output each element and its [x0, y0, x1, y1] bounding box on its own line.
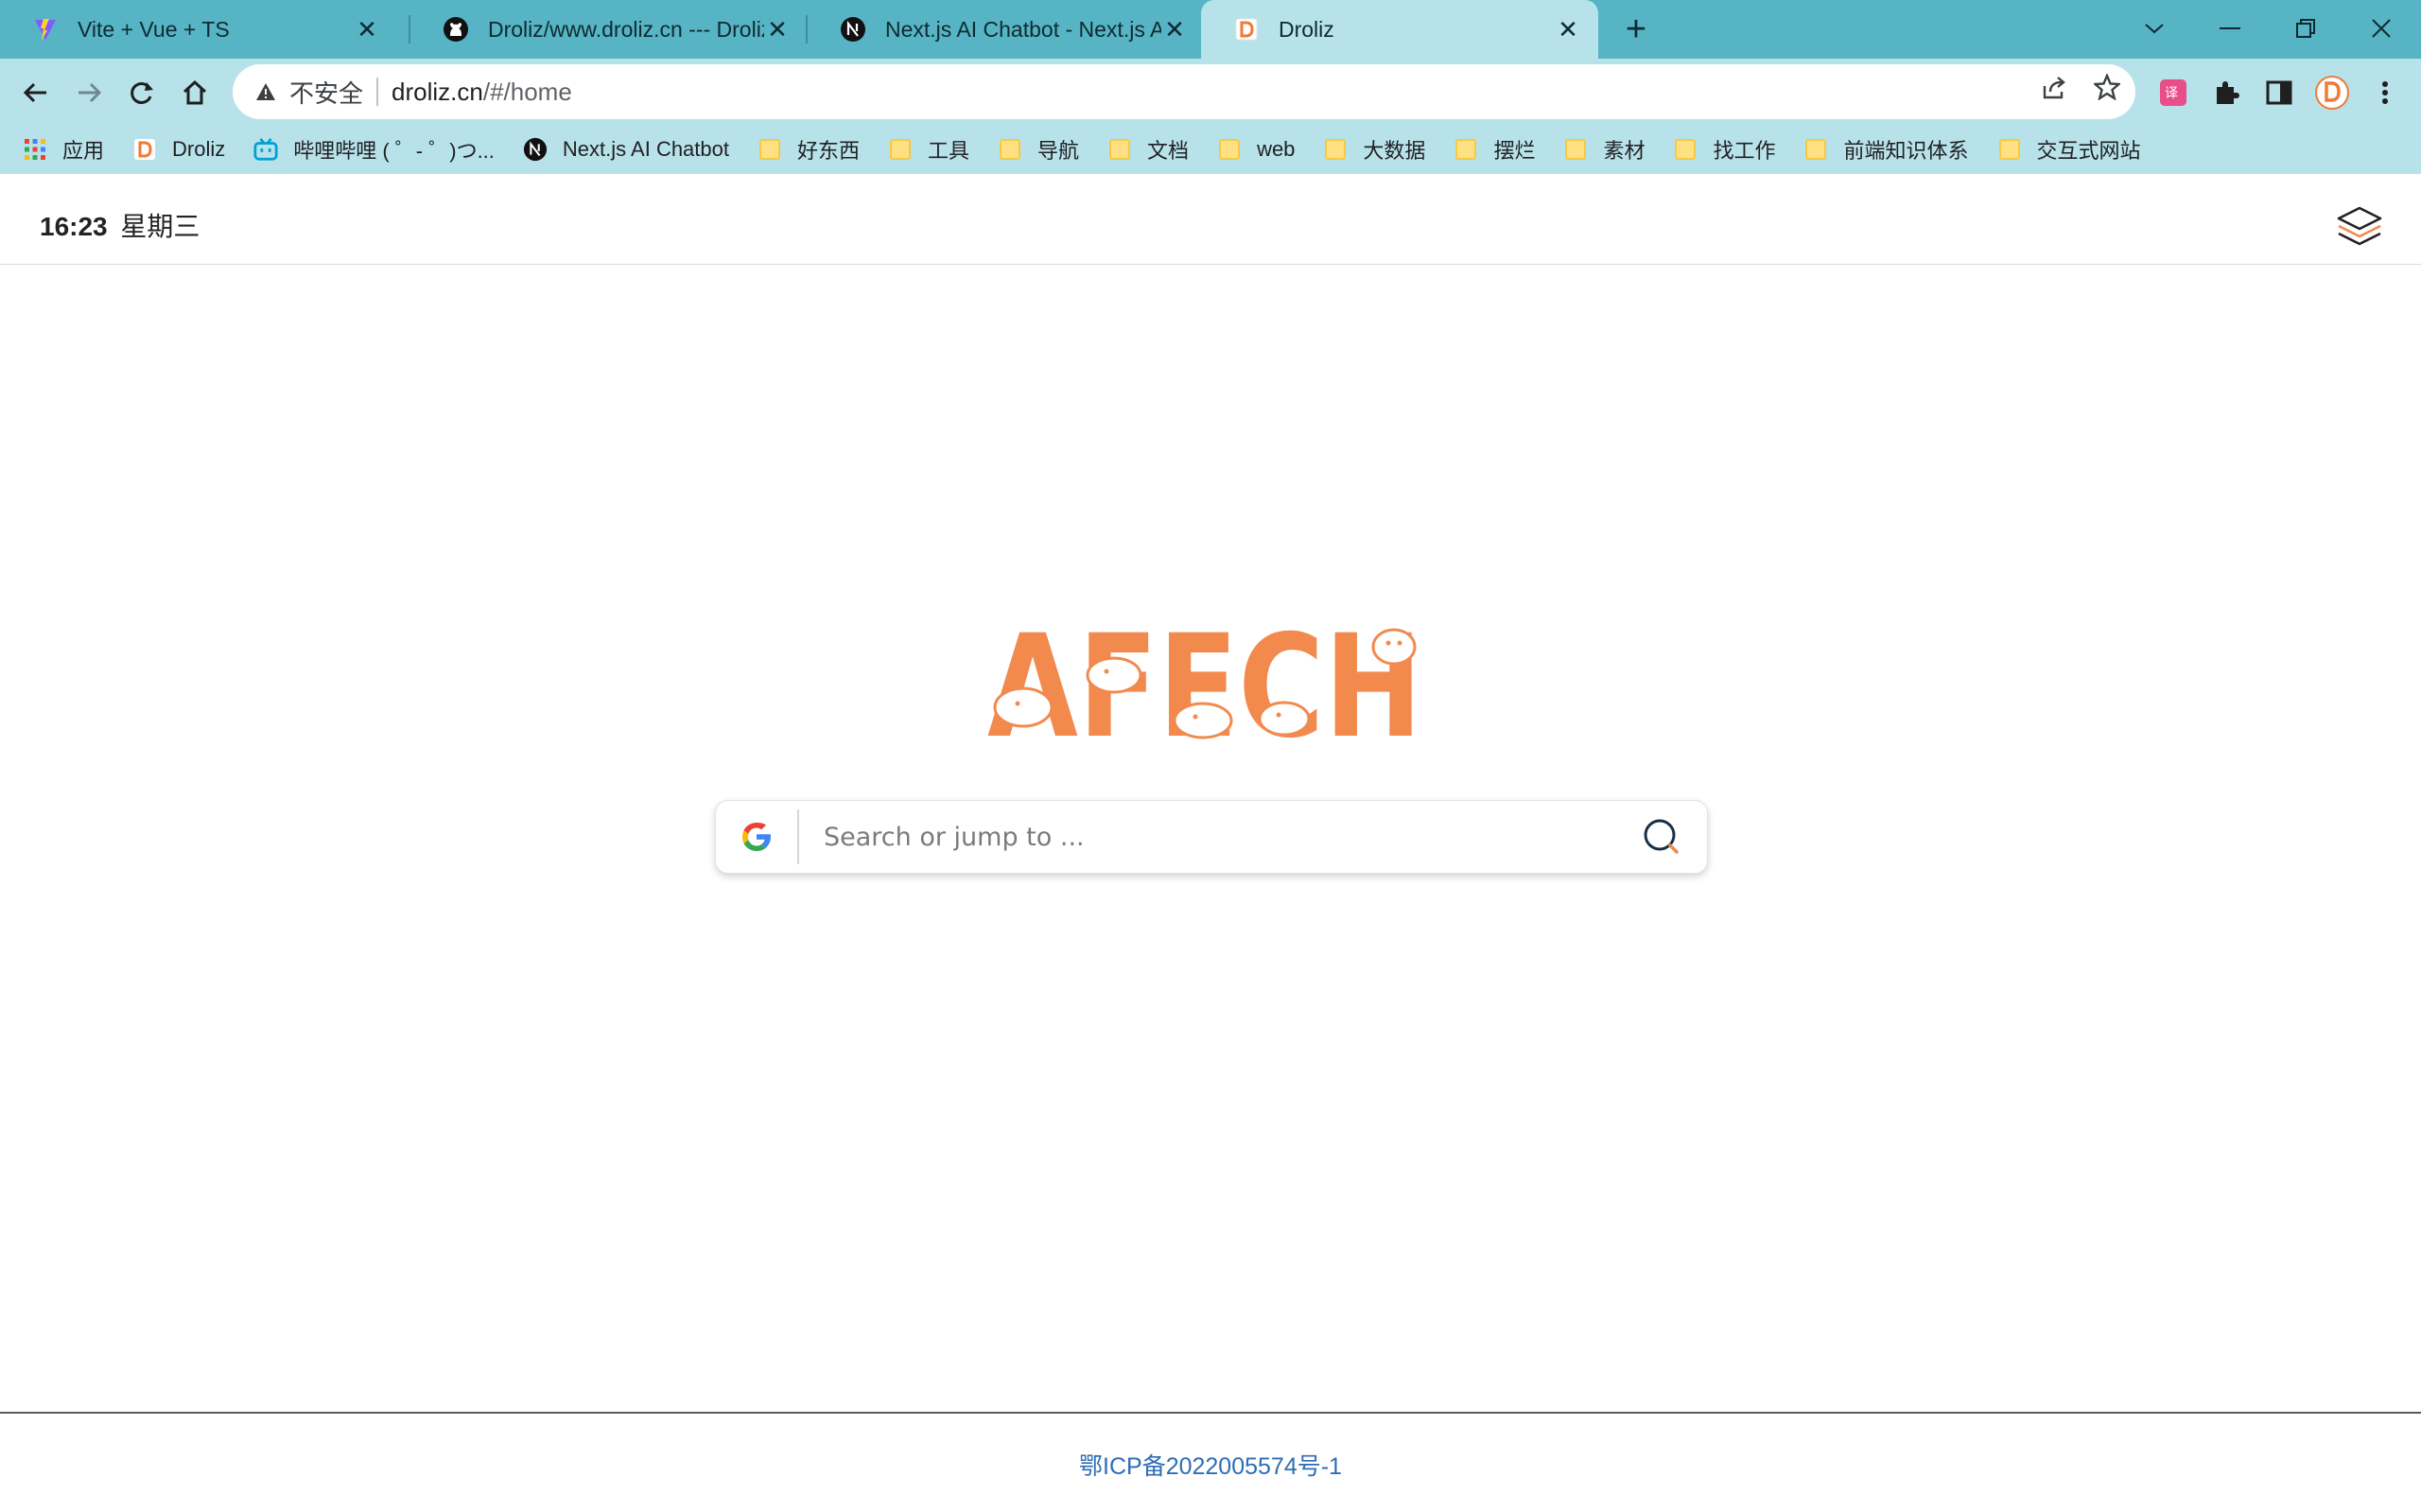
url-host: droliz.cn	[392, 77, 483, 106]
bookmark-star-icon[interactable]	[2088, 68, 2126, 106]
clock-weekday: 星期三	[120, 212, 200, 241]
bookmark-label: 导航	[1037, 139, 1080, 163]
search-input[interactable]	[799, 808, 1616, 865]
droliz-icon	[1233, 16, 1260, 43]
bookmark-label: 好东西	[797, 139, 861, 163]
folder-icon	[1803, 137, 1828, 162]
folder-icon	[1563, 137, 1588, 162]
bookmark-folder[interactable]: 大数据	[1323, 134, 1425, 165]
restore-icon[interactable]	[2283, 8, 2328, 49]
layers-icon[interactable]	[2334, 202, 2385, 253]
new-tab-button[interactable]: +	[1617, 11, 1655, 49]
bookmark-label: 前端知识体系	[1843, 139, 1969, 163]
page-footer: 鄂ICP备2022005574号-1	[0, 1412, 2421, 1512]
tab-title: Droliz/www.droliz.cn --- Droliz	[488, 16, 764, 42]
side-panel-icon[interactable]	[2258, 72, 2300, 113]
folder-icon	[1323, 137, 1348, 162]
site-logo: AFECH	[984, 605, 1428, 770]
google-icon[interactable]	[716, 800, 797, 874]
bookmark-label: Droliz	[172, 137, 226, 161]
clock: 16:23 星期三	[40, 206, 200, 244]
folder-icon	[1107, 137, 1132, 162]
bookmark-label: 摆烂	[1493, 139, 1536, 163]
security-label[interactable]: 不安全	[289, 75, 363, 110]
bookmark-folder[interactable]: 前端知识体系	[1803, 134, 1969, 165]
profile-avatar[interactable]	[2311, 72, 2353, 113]
apps-grid-icon	[23, 137, 47, 162]
home-icon[interactable]	[174, 72, 216, 113]
bookmark-apps[interactable]: 应用	[23, 134, 104, 165]
bookmark-label: 交互式网站	[2036, 139, 2141, 163]
minimize-icon[interactable]	[2207, 8, 2253, 49]
svg-text:译: 译	[2165, 86, 2178, 101]
tab-title: Vite + Vue + TS	[78, 16, 230, 42]
folder-icon	[1673, 137, 1698, 162]
bookmark-folder[interactable]: web	[1217, 137, 1295, 162]
reload-icon[interactable]	[121, 72, 163, 113]
bookmark-folder[interactable]: 摆烂	[1454, 134, 1535, 165]
share-icon[interactable]	[2035, 68, 2073, 106]
browser-toolbar: 不安全 droliz.cn /#/home 译	[0, 59, 2421, 125]
close-icon[interactable]: ✕	[354, 16, 380, 43]
folder-icon	[1454, 137, 1478, 162]
nextjs-icon	[840, 16, 866, 43]
bookmark-label: web	[1257, 137, 1296, 161]
search-bar	[715, 800, 1708, 874]
search-icon[interactable]	[1616, 800, 1707, 874]
tab-title: Droliz	[1279, 16, 1334, 42]
bookmark-folder[interactable]: 文档	[1107, 134, 1189, 165]
folder-icon	[758, 137, 782, 162]
droliz-icon	[132, 137, 157, 162]
back-icon[interactable]	[15, 72, 57, 113]
close-icon[interactable]: ✕	[1555, 16, 1581, 43]
bookmark-label: 哔哩哔哩 ( ゜- ゜)つ...	[293, 139, 495, 163]
bookmark-label: 找工作	[1713, 139, 1776, 163]
bookmark-folder[interactable]: 找工作	[1673, 134, 1775, 165]
forward-icon[interactable]	[68, 72, 110, 113]
bookmark-folder[interactable]: 导航	[998, 134, 1079, 165]
tab-github[interactable]: Droliz/www.droliz.cn --- Droliz ✕	[410, 0, 808, 59]
bookmark-folder[interactable]: 工具	[888, 134, 969, 165]
address-bar[interactable]: 不安全 droliz.cn /#/home	[233, 64, 2135, 119]
bookmark-label: 素材	[1603, 139, 1646, 163]
tab-droliz[interactable]: Droliz ✕	[1201, 0, 1598, 59]
folder-icon	[888, 137, 913, 162]
bookmark-label: 应用	[62, 139, 105, 163]
clock-time: 16:23	[40, 212, 108, 241]
url-path: /#/home	[482, 77, 572, 106]
translate-extension-icon[interactable]: 译	[2152, 72, 2194, 113]
tab-vite[interactable]: Vite + Vue + TS ✕	[0, 0, 397, 59]
address-divider	[376, 78, 379, 106]
bookmark-label: 文档	[1147, 139, 1190, 163]
page-header: 16:23 星期三	[0, 174, 2421, 265]
bookmark-label: 大数据	[1363, 139, 1426, 163]
tab-title: Next.js AI Chatbot - Next.js AI	[885, 16, 1161, 42]
folder-icon	[998, 137, 1022, 162]
bookmark-folder[interactable]: 素材	[1563, 134, 1645, 165]
bookmark-bilibili[interactable]: 哔哩哔哩 ( ゜- ゜)つ...	[253, 134, 495, 165]
extensions-puzzle-icon[interactable]	[2205, 72, 2247, 113]
bookmarks-bar: 应用 Droliz 哔哩哔哩 ( ゜- ゜)つ... Next.js AI Ch…	[0, 125, 2421, 174]
close-icon[interactable]: ✕	[764, 16, 791, 43]
tab-strip: Vite + Vue + TS ✕ Droliz/www.droliz.cn -…	[0, 0, 2421, 59]
icp-license-link[interactable]: 鄂ICP备2022005574号-1	[0, 1448, 2421, 1482]
github-icon	[443, 16, 469, 43]
bookmark-folder[interactable]: 好东西	[758, 134, 860, 165]
bookmark-label: 工具	[928, 139, 970, 163]
bookmark-folder[interactable]: 交互式网站	[1997, 134, 2141, 165]
tab-nextjs-chatbot[interactable]: Next.js AI Chatbot - Next.js AI ✕	[808, 0, 1205, 59]
tab-search-icon[interactable]	[2132, 8, 2177, 49]
bookmark-droliz[interactable]: Droliz	[132, 137, 225, 162]
menu-kebab-icon[interactable]	[2364, 72, 2406, 113]
folder-icon	[1217, 137, 1242, 162]
close-icon[interactable]: ✕	[1161, 16, 1188, 43]
warning-icon[interactable]	[252, 82, 280, 101]
folder-icon	[1997, 137, 2022, 162]
vite-icon	[32, 16, 59, 43]
window-close-icon[interactable]	[2359, 8, 2404, 49]
nextjs-icon	[523, 137, 548, 162]
bookmark-label: Next.js AI Chatbot	[562, 137, 729, 161]
bookmark-nextjs-chatbot[interactable]: Next.js AI Chatbot	[523, 137, 729, 162]
bilibili-icon	[253, 137, 278, 162]
